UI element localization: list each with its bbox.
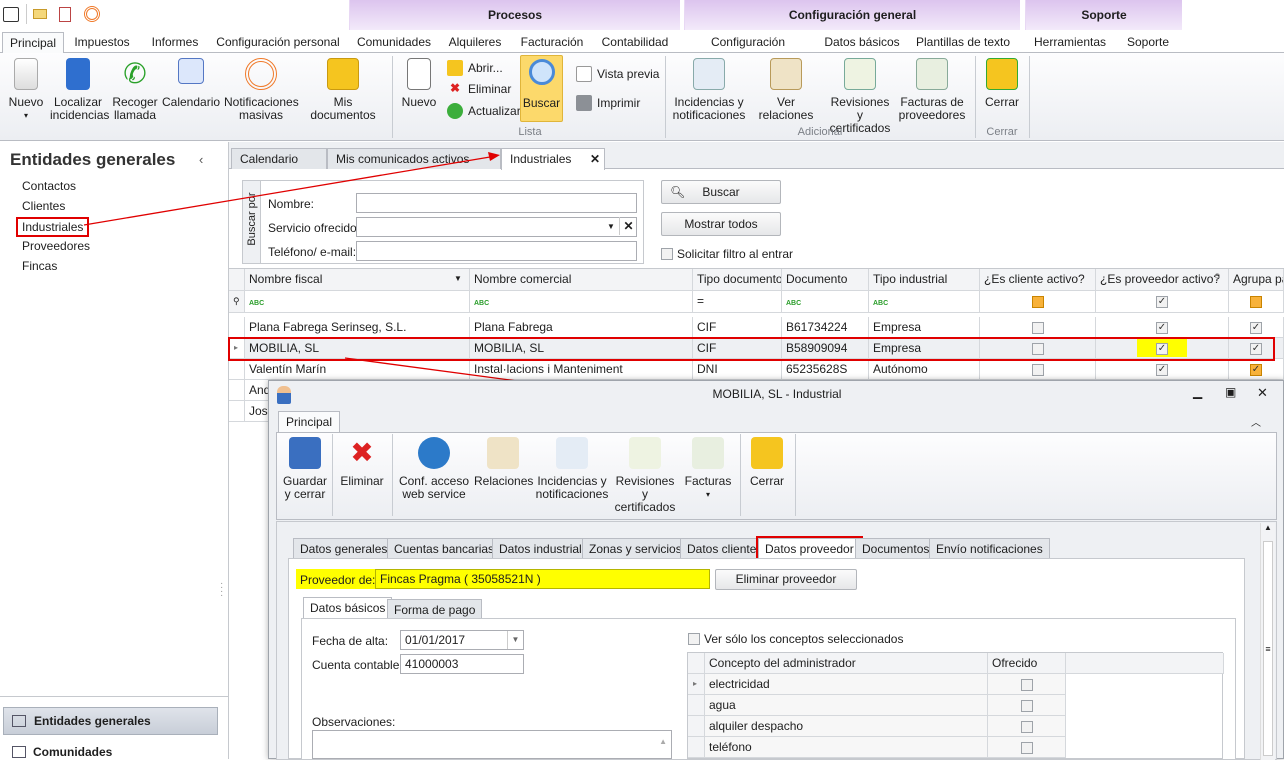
subtab-forma-pago[interactable]: Forma de pago — [387, 599, 483, 620]
divider — [795, 434, 796, 516]
concept-column-header[interactable]: Ofrecido — [988, 653, 1066, 674]
cuenta-contable-input[interactable]: 41000003 — [400, 654, 524, 674]
globe-icon — [418, 437, 450, 469]
eliminar-proveedor-button[interactable]: Eliminar proveedor — [715, 569, 857, 590]
tab-documentos[interactable]: Documentos — [855, 538, 937, 559]
row-indicator-header — [688, 653, 705, 674]
column-header-empty — [1066, 653, 1224, 674]
delete-x-icon: ✖ — [350, 437, 374, 468]
cerrar-dialog-button[interactable]: Cerrar — [744, 437, 790, 488]
observaciones-textarea[interactable]: ▲ — [312, 730, 672, 759]
checkbox[interactable] — [1020, 699, 1033, 712]
cuenta-contable-label: Cuenta contable: — [312, 658, 403, 672]
proveedor-label: Proveedor de: — [300, 573, 376, 587]
label: Revisiones y certificados — [614, 474, 676, 514]
tab-datos-generales[interactable]: Datos generales — [293, 538, 395, 559]
tab-datos-cliente[interactable]: Datos cliente — [680, 538, 764, 559]
divider — [740, 434, 741, 516]
incidencias-dialog-button[interactable]: Incidencias y notificaciones — [535, 437, 609, 501]
divider — [392, 434, 393, 516]
checkbox[interactable] — [688, 633, 700, 645]
invoice-icon — [692, 437, 724, 469]
relaciones-button[interactable]: Relaciones — [474, 437, 534, 488]
fecha-alta-label: Fecha de alta: — [312, 634, 389, 648]
concept-name: agua — [705, 695, 988, 716]
divider — [332, 434, 333, 516]
chevron-down-icon[interactable]: ▼ — [507, 631, 523, 649]
checkbox[interactable] — [1020, 720, 1033, 733]
observaciones-label: Observaciones: — [312, 715, 396, 729]
dialog-tab-principal[interactable]: Principal — [278, 411, 340, 433]
conf-acceso-button[interactable]: Conf. acceso web service — [398, 437, 470, 501]
proveedor-field[interactable]: Fincas Pragma ( 35058521N ) — [375, 569, 710, 589]
chevron-down-icon[interactable]: ▾ — [683, 488, 733, 501]
scroll-thumb[interactable]: ≡ — [1263, 541, 1273, 756]
close-icon[interactable]: ✕ — [1257, 385, 1268, 401]
label: Facturas — [684, 474, 732, 488]
minimize-icon[interactable]: ▁ — [1193, 385, 1202, 399]
contacts-card-icon — [487, 437, 519, 469]
label: Guardar y cerrar — [282, 474, 328, 501]
concept-name: electricidad — [705, 674, 988, 695]
save-icon — [289, 437, 321, 469]
ofrecido-cell[interactable] — [988, 674, 1066, 695]
maximize-icon[interactable]: ▣ — [1225, 385, 1236, 399]
ofrecido-cell[interactable] — [988, 737, 1066, 758]
ofrecido-cell[interactable] — [988, 716, 1066, 737]
facturas-dialog-button[interactable]: Facturas ▾ — [683, 437, 733, 501]
concept-name: teléfono — [705, 737, 988, 758]
checkbox[interactable] — [1020, 678, 1033, 691]
subtab-datos-basicos[interactable]: Datos básicos — [303, 597, 393, 619]
tab-datos-industrial[interactable]: Datos industrial — [492, 538, 589, 559]
ver-solo-checkbox[interactable]: Ver sólo los conceptos seleccionados — [688, 632, 903, 646]
concept-name: alquiler despacho — [705, 716, 988, 737]
row-indicator[interactable] — [688, 716, 705, 737]
row-indicator[interactable]: ▸ — [688, 674, 705, 695]
scroll-up-icon[interactable]: ▲ — [1261, 523, 1275, 532]
arrowhead — [488, 152, 500, 161]
collapse-ribbon-icon[interactable]: ︿ — [1251, 414, 1261, 429]
fecha-alta-input[interactable]: 01/01/2017 ▼ — [400, 630, 524, 650]
exit-folder-icon — [751, 437, 783, 469]
ofrecido-cell[interactable] — [988, 695, 1066, 716]
label: Relaciones — [474, 474, 534, 488]
tab-cuentas-bancarias[interactable]: Cuentas bancarias — [387, 538, 502, 559]
label: Conf. acceso web service — [398, 474, 470, 501]
tab-envio-notificaciones[interactable]: Envío notificaciones — [929, 538, 1050, 559]
checkbox[interactable] — [1020, 741, 1033, 754]
concept-column-header[interactable]: Concepto del administrador — [705, 653, 988, 674]
label: Eliminar — [340, 474, 384, 488]
scroll-up-icon[interactable]: ▲ — [659, 733, 667, 751]
tab-datos-proveedor[interactable]: Datos proveedor — [756, 536, 863, 562]
arrow-line — [83, 156, 491, 226]
certificate-icon — [629, 437, 661, 469]
dialog-title: MOBILIA, SL - Industrial — [712, 387, 842, 401]
label: Ver sólo los conceptos seleccionados — [704, 632, 904, 646]
concepts-grid: Concepto del administrador Ofrecido ▸ elect… — [687, 652, 1224, 759]
row-indicator[interactable] — [688, 695, 705, 716]
label: Cerrar — [749, 474, 784, 488]
label: Incidencias y notificaciones — [535, 474, 609, 501]
eliminar-dialog-button[interactable]: ✖ Eliminar — [338, 437, 386, 488]
incidents-icon — [556, 437, 588, 469]
vertical-scrollbar[interactable]: ▲ ≡ — [1260, 523, 1275, 760]
tab-zonas-servicios[interactable]: Zonas y servicios — [582, 538, 689, 559]
value: 01/01/2017 — [405, 633, 466, 647]
row-indicator[interactable] — [688, 737, 705, 758]
revisiones-dialog-button[interactable]: Revisiones y certificados — [611, 437, 679, 514]
guardar-cerrar-button[interactable]: Guardar y cerrar — [281, 437, 329, 501]
